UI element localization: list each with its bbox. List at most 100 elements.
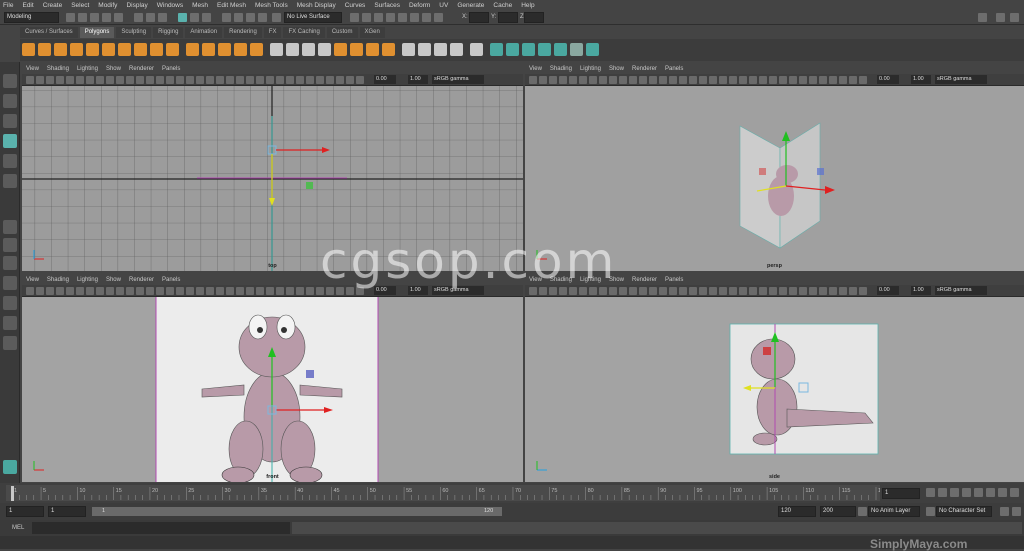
collapse-icon[interactable]	[382, 43, 395, 56]
z-field[interactable]	[524, 12, 544, 23]
render-settings-icon[interactable]	[386, 13, 395, 22]
panel-tool-icon[interactable]	[789, 287, 797, 295]
select-tool-icon[interactable]	[3, 74, 17, 88]
panel-tool-icon[interactable]	[206, 76, 214, 84]
append-icon[interactable]	[302, 43, 315, 56]
panel-tool-icon[interactable]	[769, 76, 777, 84]
fill-hole-icon[interactable]	[350, 43, 363, 56]
panel-tool-icon[interactable]	[246, 76, 254, 84]
panel-tool-icon[interactable]	[759, 287, 767, 295]
panel-tool-icon[interactable]	[136, 76, 144, 84]
panel-tool-icon[interactable]	[609, 76, 617, 84]
panel-tool-icon[interactable]	[206, 287, 214, 295]
panel-tool-icon[interactable]	[709, 287, 717, 295]
menu-mesh-display[interactable]: Mesh Display	[297, 2, 336, 9]
render-icon[interactable]	[362, 13, 371, 22]
panel-tool-icon[interactable]	[226, 287, 234, 295]
light-editor-icon[interactable]	[410, 13, 419, 22]
panel-tool-icon[interactable]	[839, 287, 847, 295]
panel-menu-view[interactable]: View	[26, 277, 39, 283]
panel-tool-icon[interactable]	[849, 287, 857, 295]
panel-tool-icon[interactable]	[306, 287, 314, 295]
panel-menu-show[interactable]: Show	[106, 66, 121, 72]
panel-tool-icon[interactable]	[26, 76, 34, 84]
panel-tool-icon[interactable]	[26, 287, 34, 295]
playback-start-field[interactable]: 1	[48, 506, 86, 517]
menu-deform[interactable]: Deform	[409, 2, 430, 9]
layout-icon[interactable]	[3, 296, 17, 310]
panel-tool-icon[interactable]	[166, 287, 174, 295]
panel-tool-icon[interactable]	[146, 287, 154, 295]
poly-torus-icon[interactable]	[86, 43, 99, 56]
playback-end-field[interactable]: 120	[778, 506, 816, 517]
auto-key-icon[interactable]	[1000, 507, 1009, 516]
panel-menu-panels[interactable]: Panels	[665, 277, 683, 283]
preferences-icon[interactable]	[1012, 507, 1021, 516]
hypershade-icon[interactable]	[398, 13, 407, 22]
panel-tool-icon[interactable]	[599, 76, 607, 84]
mask-icon[interactable]	[178, 13, 187, 22]
menu-surfaces[interactable]: Surfaces	[374, 2, 400, 9]
panel-tool-icon[interactable]	[659, 76, 667, 84]
panel-tool-icon[interactable]	[116, 287, 124, 295]
panel-tool-icon[interactable]	[759, 76, 767, 84]
save-scene-icon[interactable]	[90, 13, 99, 22]
menu-file[interactable]: File	[3, 2, 13, 9]
mirror-icon[interactable]	[234, 43, 247, 56]
panel-tool-icon[interactable]	[66, 287, 74, 295]
mask-icon[interactable]	[190, 13, 199, 22]
panel-tool-icon[interactable]	[246, 287, 254, 295]
panel-tool-icon[interactable]	[256, 287, 264, 295]
panel-tool-icon[interactable]	[356, 76, 364, 84]
conform-icon[interactable]	[538, 43, 551, 56]
mask-icon[interactable]	[202, 13, 211, 22]
combine-icon[interactable]	[186, 43, 199, 56]
panel-tool-icon[interactable]	[669, 287, 677, 295]
panel-tool-icon[interactable]	[679, 76, 687, 84]
modeling-toolkit-icon[interactable]	[978, 13, 987, 22]
shelf-tab-fx[interactable]: FX	[263, 27, 282, 38]
edit-normals-icon[interactable]	[554, 43, 567, 56]
panel-tool-icon[interactable]	[146, 76, 154, 84]
panel-tool-icon[interactable]	[569, 76, 577, 84]
panel-tool-icon[interactable]	[699, 287, 707, 295]
shelf-tab-polygons[interactable]: Polygons	[79, 27, 115, 38]
extrude-icon[interactable]	[270, 43, 283, 56]
shelf-tab-fx-caching[interactable]: FX Caching	[283, 27, 325, 38]
panel-tool-icon[interactable]	[276, 287, 284, 295]
panel-tool-icon[interactable]	[56, 287, 64, 295]
panel-menu-show[interactable]: Show	[609, 66, 624, 72]
panel-tool-icon[interactable]	[296, 287, 304, 295]
separate-icon[interactable]	[202, 43, 215, 56]
menu-mesh[interactable]: Mesh	[192, 2, 208, 9]
panel-tool-icon[interactable]	[336, 76, 344, 84]
uv-editor-icon[interactable]	[470, 43, 483, 56]
panel-tool-icon[interactable]	[346, 76, 354, 84]
live-surface-dropdown[interactable]: No Live Surface	[284, 12, 342, 23]
shelf-tab-rigging[interactable]: Rigging	[153, 27, 184, 38]
panel-tool-icon[interactable]	[226, 76, 234, 84]
poly-plane-icon[interactable]	[102, 43, 115, 56]
panel-tool-icon[interactable]	[829, 76, 837, 84]
panel-tool-icon[interactable]	[779, 76, 787, 84]
panel-tool-icon[interactable]	[849, 76, 857, 84]
single-perspective-layout-icon[interactable]	[3, 220, 17, 234]
open-scene-icon[interactable]	[78, 13, 87, 22]
panel-tool-icon[interactable]	[539, 76, 547, 84]
panel-tool-icon[interactable]	[749, 287, 757, 295]
panel-tool-icon[interactable]	[96, 76, 104, 84]
poly-cone-icon[interactable]	[70, 43, 83, 56]
panel-tool-icon[interactable]	[86, 287, 94, 295]
history-icon[interactable]	[350, 13, 359, 22]
panel-tool-icon[interactable]	[799, 287, 807, 295]
soften-edge-icon[interactable]	[490, 43, 503, 56]
shelf-tab-sculpting[interactable]: Sculpting	[116, 27, 152, 38]
panel-tool-icon[interactable]	[829, 287, 837, 295]
snap-curve-icon[interactable]	[234, 13, 243, 22]
menu-mesh-tools[interactable]: Mesh Tools	[255, 2, 288, 9]
panel-tool-icon[interactable]	[46, 287, 54, 295]
snap-point-icon[interactable]	[246, 13, 255, 22]
menu-curves[interactable]: Curves	[345, 2, 366, 9]
anim-layer-dropdown[interactable]: No Anim Layer	[868, 506, 920, 517]
snap-grid-icon[interactable]	[222, 13, 231, 22]
